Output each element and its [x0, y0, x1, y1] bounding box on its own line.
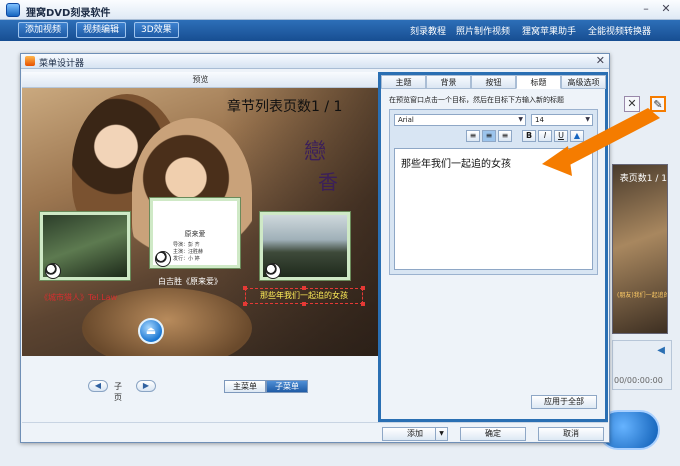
close-app-button[interactable]: ✕: [658, 2, 674, 16]
thumb-doc-line: 发行：小 婷: [173, 256, 200, 262]
dialog-icon: [25, 56, 35, 66]
bold-button[interactable]: B: [522, 130, 536, 142]
thumb-doc-line: 主演：汪胜赫: [173, 249, 204, 255]
chevron-down-icon: ▼: [585, 116, 590, 123]
resize-handle[interactable]: [302, 302, 306, 306]
tab-main-menu[interactable]: 主菜单: [224, 380, 266, 393]
font-size-value: 14: [535, 116, 544, 124]
apply-all-button[interactable]: 应用于全部: [531, 395, 597, 409]
chapter-thumb-2[interactable]: 原来爱 导演：彭 齐 主演：汪胜赫 发行：小 婷: [150, 198, 240, 268]
app-logo-icon: [6, 3, 20, 17]
resize-handle[interactable]: [243, 286, 247, 290]
soccer-ball-icon: [45, 263, 61, 279]
soccer-ball-icon: [155, 251, 171, 267]
title-hint: 在预览窗口点击一个目标，然后在目标下方输入新的标题: [389, 96, 564, 104]
font-value: Arial: [398, 116, 414, 124]
prev-page-button[interactable]: ◀: [88, 380, 108, 392]
properties-tabs: 主题 背景 按钮 标题 高级选项: [381, 75, 606, 89]
dialog-title-bar: 菜单设计器 ✕: [21, 54, 609, 69]
font-select[interactable]: Arial ▼: [394, 114, 526, 126]
background-preview: 表页数1 / 1 (朋友)我们一起追的女孩: [612, 164, 668, 334]
app-title-bar: 狸窝DVD刻录软件 – ✕: [0, 0, 680, 20]
soccer-ball-icon: [265, 263, 281, 279]
edit-icon[interactable]: ✎: [650, 96, 666, 112]
tab-sub-menu[interactable]: 子菜单: [266, 380, 308, 393]
underline-button[interactable]: U: [554, 130, 568, 142]
delete-icon[interactable]: ✕: [624, 96, 640, 112]
photo-video-link[interactable]: 照片制作视频: [456, 24, 510, 37]
chapter-link-1[interactable]: 《城市猎人》Tel.Law: [40, 292, 117, 303]
dialog-close-button[interactable]: ✕: [596, 54, 605, 67]
align-center-button[interactable]: ≡: [482, 130, 496, 142]
preview-nav: ◀ 子页 ▶ 主菜单 子菜单: [22, 356, 379, 416]
cancel-button[interactable]: 取消: [538, 427, 604, 441]
chapter-link-2[interactable]: 白吉胜《原来爱》: [158, 276, 222, 287]
resize-handle[interactable]: [361, 302, 365, 306]
tab-title[interactable]: 标题: [516, 75, 561, 89]
tab-background[interactable]: 背景: [426, 75, 471, 89]
menu-designer-dialog: 菜单设计器 ✕ 预览 章节列表页数1 / 1 戀 香 原来爱 导演：彭 齐 主演…: [20, 53, 610, 443]
properties-inner: 主题 背景 按钮 标题 高级选项 在预览窗口点击一个目标，然后在目标下方输入新的…: [381, 75, 606, 419]
properties-panel: 主题 背景 按钮 标题 高级选项 在预览窗口点击一个目标，然后在目标下方输入新的…: [378, 72, 608, 422]
time-display: 00/00:00:00: [614, 376, 663, 385]
background-thumb-caption: (朋友)我们一起追的女孩: [617, 292, 667, 299]
preview-canvas[interactable]: 章节列表页数1 / 1 戀 香 原来爱 导演：彭 齐 主演：汪胜赫 发行：小 婷…: [22, 88, 379, 356]
logo-calligraphy-1: 戀: [304, 140, 327, 165]
thumb-doc-title: 原来爱: [184, 230, 206, 238]
resize-handle[interactable]: [302, 286, 306, 290]
align-right-button[interactable]: ≡: [498, 130, 512, 142]
chapter-list-title[interactable]: 章节列表页数1 / 1: [227, 96, 342, 116]
subpage-label: 子页: [114, 382, 122, 402]
disc-eject-icon[interactable]: ⏏: [138, 318, 164, 344]
add-label: 添加: [407, 429, 423, 438]
title-editor: Arial ▼ 14 ▼ ≡ ≡ ≡ B I U ▲ 那些年我们一起追的女孩: [389, 109, 598, 275]
logo-calligraphy-2: 香: [318, 170, 338, 194]
dialog-footer: 添加 ▼ 确定 取消: [22, 422, 608, 442]
chevron-down-icon[interactable]: ▼: [435, 428, 447, 440]
resize-handle[interactable]: [361, 286, 365, 290]
minimize-button[interactable]: –: [638, 2, 654, 16]
next-page-button[interactable]: ▶: [136, 380, 156, 392]
3d-effect-button[interactable]: 3D效果: [134, 22, 179, 38]
background-thumb-title: 表页数1 / 1: [619, 174, 667, 184]
app-menu-bar: 添加视频 视频编辑 3D效果 刻录教程 照片制作视频 狸窝苹果助手 全能视频转换…: [0, 20, 680, 41]
app-title: 狸窝DVD刻录软件: [26, 8, 111, 19]
video-edit-button[interactable]: 视频编辑: [76, 22, 127, 38]
chevron-down-icon: ▼: [518, 116, 523, 123]
thumb-doc-line: 导演：彭 齐: [173, 242, 200, 248]
volume-icon[interactable]: ◀: [657, 345, 665, 356]
video-converter-link[interactable]: 全能视频转换器: [588, 24, 651, 37]
chapter-thumb-3[interactable]: [260, 212, 350, 280]
tab-button[interactable]: 按钮: [471, 75, 516, 89]
ok-button[interactable]: 确定: [460, 427, 526, 441]
tab-theme[interactable]: 主题: [381, 75, 426, 89]
dialog-title: 菜单设计器: [39, 59, 85, 69]
add-button[interactable]: 添加 ▼: [382, 427, 448, 441]
burn-tutorial-link[interactable]: 刻录教程: [410, 24, 446, 37]
text-color-button[interactable]: ▲: [570, 130, 584, 142]
apple-helper-link[interactable]: 狸窝苹果助手: [522, 24, 576, 37]
title-text-input[interactable]: 那些年我们一起追的女孩: [394, 148, 593, 270]
italic-button[interactable]: I: [538, 130, 552, 142]
align-left-button[interactable]: ≡: [466, 130, 480, 142]
chapter-thumb-1[interactable]: [40, 212, 130, 280]
resize-handle[interactable]: [243, 302, 247, 306]
preview-header: 预览: [22, 72, 379, 88]
add-video-button[interactable]: 添加视频: [18, 22, 69, 38]
tab-advanced[interactable]: 高级选项: [561, 75, 606, 89]
font-size-select[interactable]: 14 ▼: [531, 114, 593, 126]
